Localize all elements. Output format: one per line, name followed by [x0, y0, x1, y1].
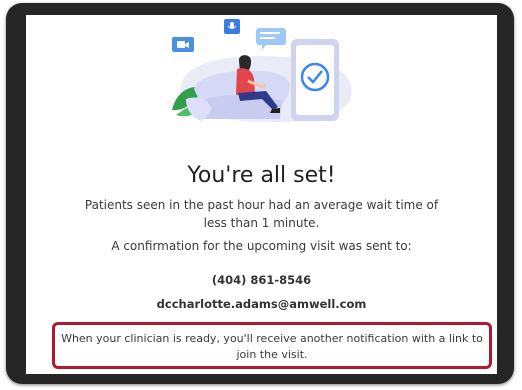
- confirmation-message: A confirmation for the upcoming visit wa…: [111, 239, 412, 253]
- notification-highlight: When your clinician is ready, you'll rec…: [52, 322, 492, 369]
- microphone-icon: [224, 19, 240, 34]
- confirmation-screen: You're all set! Patients seen in the pas…: [26, 15, 497, 374]
- notification-message: When your clinician is ready, you'll rec…: [61, 332, 483, 361]
- video-camera-icon: [172, 37, 194, 52]
- waiting-illustration: [172, 19, 352, 123]
- email-address: dccharlotte.adams@amwell.com: [156, 297, 367, 311]
- phone-number: (404) 861-8546: [211, 273, 312, 287]
- page-title: You're all set!: [187, 163, 336, 188]
- chat-bubble-icon: [256, 28, 286, 50]
- wait-time-message: Patients seen in the past hour had an av…: [84, 198, 439, 230]
